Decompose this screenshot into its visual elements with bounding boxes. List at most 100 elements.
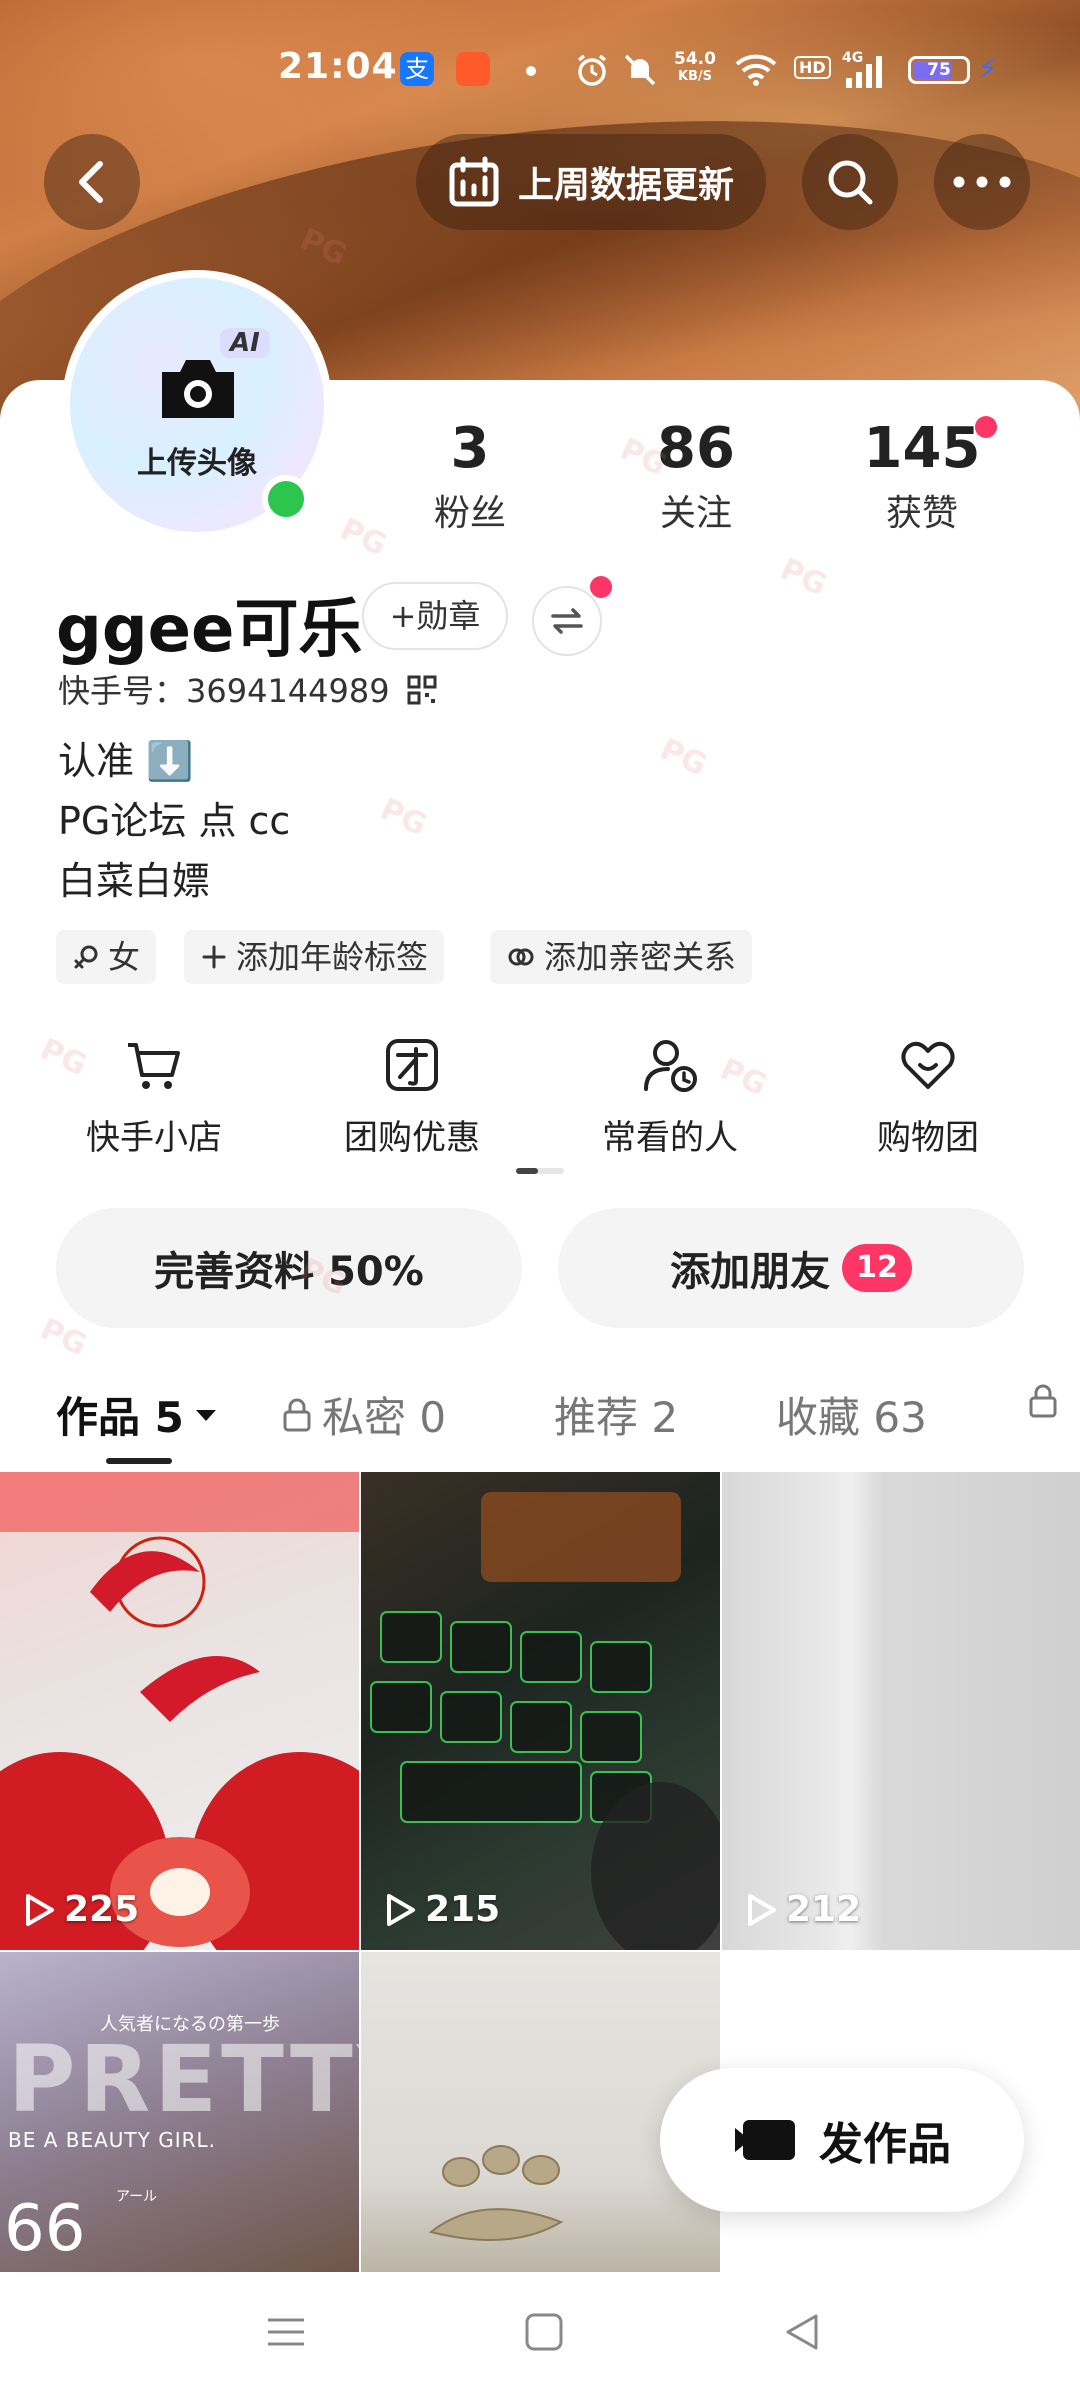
- video-camera-icon: [735, 2120, 795, 2160]
- work-play-count: 212: [746, 1889, 861, 1930]
- alipay-icon: 支: [400, 52, 434, 86]
- status-time: 21:04: [278, 46, 398, 87]
- mute-icon: [624, 54, 656, 86]
- relationship-icon: [508, 948, 534, 966]
- tab-works-label: 作品 5: [56, 1393, 184, 1442]
- signal-icon: 4G: [842, 50, 882, 88]
- net-speed-value: 54.0: [674, 49, 716, 69]
- plus-icon: [202, 945, 226, 969]
- following-stat[interactable]: 86 关注: [606, 418, 786, 536]
- switch-account-button[interactable]: [532, 586, 602, 656]
- feature-scroll-thumb: [516, 1168, 538, 1174]
- cart-icon: [128, 1043, 180, 1089]
- add-friends-badge: 12: [842, 1244, 912, 1292]
- tab-works[interactable]: 作品 5: [56, 1384, 218, 1445]
- female-icon: [74, 945, 98, 969]
- switch-icon: [551, 608, 583, 634]
- add-age-label: 添加年龄标签: [236, 938, 429, 976]
- status-bar: 21:04 支 54.0 KB/S HD 4G 75 ⚡: [0, 36, 1080, 106]
- system-navigation-bar: [0, 2272, 1080, 2400]
- content-tabs: 作品 5 私密 0 推荐 2 收藏 63: [0, 1370, 1080, 1470]
- work-play-count: 215: [385, 1889, 500, 1930]
- home-icon[interactable]: [524, 2312, 564, 2352]
- qr-code-icon: [407, 675, 437, 705]
- work-item[interactable]: 215: [361, 1472, 720, 1950]
- work-thumbnail-feathers: [0, 1472, 359, 1950]
- lock-icon: [1029, 1384, 1057, 1418]
- lock-icon: [283, 1398, 311, 1431]
- feature-shop-label: 快手小店: [86, 1118, 222, 1158]
- more-button[interactable]: [934, 134, 1030, 230]
- add-friends-label: 添加朋友: [670, 1249, 831, 1295]
- followers-stat[interactable]: 3 粉丝: [380, 418, 560, 536]
- charging-icon: ⚡: [978, 52, 998, 85]
- feature-frequent-people-label: 常看的人: [602, 1118, 738, 1158]
- shopping-group-icon: [901, 1041, 955, 1089]
- add-friends-button[interactable]: 添加朋友 12: [558, 1208, 1024, 1328]
- username: ggee可乐: [56, 593, 363, 667]
- feature-group-buy[interactable]: 团购优惠: [302, 1030, 522, 1159]
- bio-line-1: 认准 ⬇️: [58, 739, 194, 783]
- work-overlay-text-5: アール: [116, 2189, 158, 2205]
- followers-label: 粉丝: [433, 493, 506, 534]
- hd-label: HD: [794, 56, 831, 79]
- feature-frequent-people[interactable]: 常看的人: [560, 1030, 780, 1159]
- tab-favorites[interactable]: 收藏 63: [776, 1384, 927, 1445]
- post-work-button[interactable]: 发作品: [660, 2068, 1024, 2212]
- menu-icon[interactable]: [266, 2312, 306, 2352]
- back-triangle-icon[interactable]: [782, 2312, 822, 2352]
- work-item[interactable]: 人気者になるの第一歩 PRETTY BE A BEAUTY GIRL. アール …: [0, 1952, 359, 2272]
- work-item[interactable]: 225: [0, 1472, 359, 1950]
- complete-profile-button[interactable]: 完善资料 50%: [56, 1208, 522, 1328]
- chevron-left-icon: [79, 161, 103, 203]
- add-relationship-label: 添加亲密关系: [544, 938, 737, 976]
- work-item[interactable]: 212: [722, 1472, 1080, 1950]
- bio-line-3: 白菜白嫖: [58, 859, 211, 903]
- tab-private-label: 私密 0: [322, 1393, 447, 1442]
- play-icon: [387, 1893, 415, 1926]
- work-overlay-text-3: BE A BEAUTY GIRL.: [8, 2128, 217, 2152]
- work-overlay-text-2: PRETTY: [8, 2026, 359, 2133]
- net-speed: 54.0 KB/S: [668, 50, 722, 86]
- tab-recommend[interactable]: 推荐 2: [554, 1384, 678, 1445]
- work-thumbnail-keyboard: [370, 1492, 720, 1950]
- gender-label: 女: [108, 938, 141, 976]
- battery-icon: 75: [908, 56, 970, 84]
- feature-shopping-group[interactable]: 购物团: [818, 1030, 1038, 1159]
- work-play-count-value: 212: [786, 1889, 862, 1930]
- search-button[interactable]: [802, 134, 898, 230]
- caret-down-icon: [195, 1409, 216, 1421]
- net-speed-unit: KB/S: [677, 69, 713, 84]
- feature-shop[interactable]: 快手小店: [44, 1030, 264, 1159]
- battery-level: 75: [927, 60, 951, 80]
- add-relationship-tag[interactable]: 添加亲密关系: [490, 930, 753, 984]
- kuaishou-id[interactable]: 快手号：3694144989: [58, 666, 438, 712]
- group-buy-icon: [386, 1039, 438, 1091]
- followers-count: 3: [450, 416, 490, 481]
- following-count: 86: [657, 416, 735, 481]
- work-overlay-text-4: 66: [4, 2192, 86, 2266]
- post-work-label: 发作品: [819, 2119, 951, 2170]
- work-play-count-value: 225: [64, 1889, 140, 1930]
- gender-tag[interactable]: 女: [56, 930, 157, 984]
- feature-shopping-group-label: 购物团: [877, 1118, 979, 1158]
- likes-label: 获赞: [885, 493, 958, 534]
- work-play-count: 225: [24, 1889, 139, 1930]
- switch-notification-dot: [590, 576, 612, 598]
- tab-private[interactable]: 私密 0: [282, 1384, 446, 1445]
- weekly-data-update-button[interactable]: 上周数据更新: [416, 134, 766, 230]
- tab-locked-more[interactable]: [1028, 1384, 1068, 1418]
- more-icon: [953, 176, 1011, 188]
- tab-favorites-label: 收藏 63: [776, 1393, 927, 1442]
- add-age-tag[interactable]: 添加年龄标签: [184, 930, 445, 984]
- wifi-icon: [735, 54, 777, 86]
- add-badge-button[interactable]: +勋章: [362, 582, 508, 650]
- work-play-count-value: 215: [425, 1889, 501, 1930]
- search-icon: [828, 160, 873, 205]
- online-status-dot: [262, 475, 310, 523]
- feature-group-buy-label: 团购优惠: [344, 1118, 480, 1158]
- play-icon: [748, 1893, 776, 1926]
- weekly-update-label: 上周数据更新: [517, 165, 734, 206]
- back-button[interactable]: [44, 134, 140, 230]
- following-label: 关注: [659, 493, 732, 534]
